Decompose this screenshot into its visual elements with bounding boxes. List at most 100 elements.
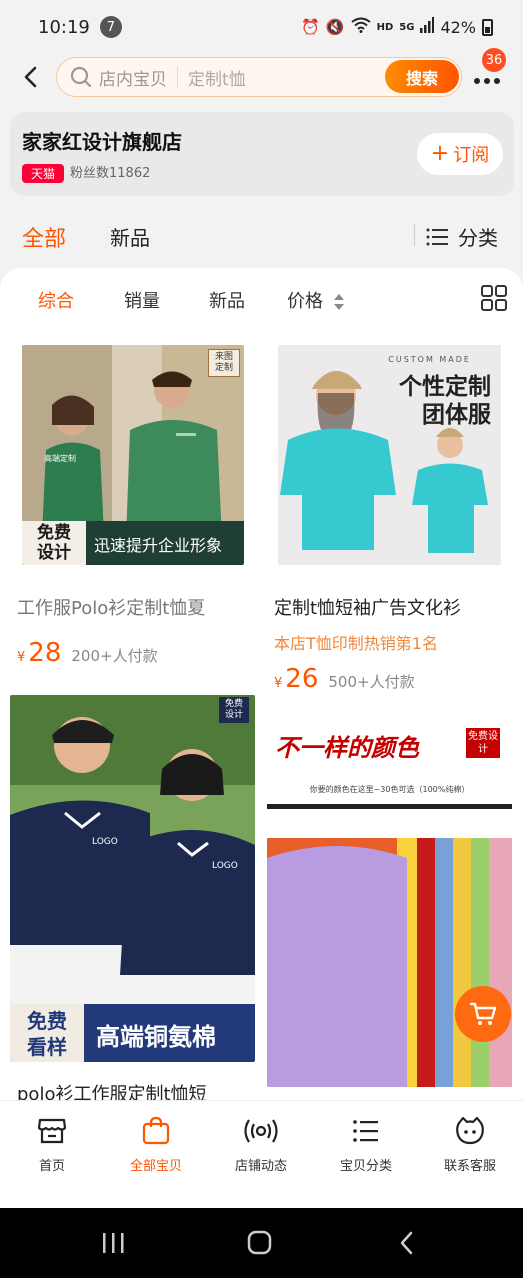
search-scope-label: 店内宝贝 bbox=[99, 69, 167, 90]
search-icon bbox=[70, 66, 92, 88]
battery-percent: 42% bbox=[440, 17, 476, 37]
category-label: 分类 bbox=[458, 226, 498, 250]
product-title-2[interactable]: 定制t恤短袖广告文化衫 bbox=[274, 594, 504, 620]
product-price-1: 28 bbox=[28, 638, 62, 668]
status-time: 10:19 bbox=[38, 16, 90, 38]
category-button[interactable]: 分类 bbox=[426, 222, 498, 251]
back-icon bbox=[400, 1231, 413, 1255]
search-query-text: 定制t恤 bbox=[188, 69, 246, 90]
cart-button[interactable] bbox=[455, 986, 511, 1042]
banner-slogan: 高端铜氨棉 bbox=[96, 1023, 216, 1051]
product-image-1[interactable]: 来图定制 高端定制 免费设计 迅速提升企业形象 bbox=[22, 345, 244, 565]
signal-icon bbox=[420, 17, 435, 37]
image-banner: 免费设计 迅速提升企业形象 bbox=[22, 521, 244, 565]
free-design-tag: 免费设计 bbox=[219, 697, 249, 723]
nav-customer-service[interactable]: 联系客服 bbox=[418, 1115, 522, 1174]
product-list-panel: 综合 销量 新品 价格 来图定制 高端定制 免费设计 迅速提升企业形象 工作服P… bbox=[0, 268, 523, 1100]
search-input[interactable]: 店内宝贝 定制t恤 搜索 bbox=[56, 57, 462, 97]
currency-symbol: ¥ bbox=[274, 676, 283, 691]
grid-icon bbox=[481, 285, 507, 311]
tshirt-rack-photo bbox=[267, 804, 512, 1087]
5g-label: 5G bbox=[399, 21, 415, 33]
nav-all-products[interactable]: 全部宝贝 bbox=[104, 1115, 208, 1174]
sort-price-label: 价格 bbox=[287, 291, 323, 312]
sort-price[interactable]: 价格 bbox=[287, 287, 345, 313]
sort-arrows-icon bbox=[333, 294, 344, 310]
shop-name[interactable]: 家家红设计旗舰店 bbox=[22, 126, 182, 155]
nav-label: 首页 bbox=[38, 1159, 65, 1174]
price-line-2: ¥ 26 500+人付款 bbox=[274, 664, 415, 694]
status-icons: ⏰ 🔇 HD 5G 42% bbox=[301, 17, 493, 37]
chat-face-icon bbox=[456, 1116, 484, 1145]
free-design-tag: 免费设计 bbox=[22, 521, 86, 565]
custom-tag: 来图定制 bbox=[208, 349, 240, 377]
search-button[interactable]: 搜索 bbox=[385, 60, 459, 93]
nav-label: 宝贝分类 bbox=[339, 1159, 392, 1174]
hd-label: HD bbox=[376, 21, 394, 33]
back-arrow-icon bbox=[24, 66, 37, 88]
subscribe-label: 订阅 bbox=[453, 145, 490, 166]
tab-divider bbox=[414, 224, 415, 246]
battery-icon bbox=[482, 18, 493, 36]
sort-new[interactable]: 新品 bbox=[209, 287, 245, 313]
headline-text-2: 团体服 bbox=[422, 402, 491, 428]
plus-icon: + bbox=[430, 141, 450, 166]
custom-made-caption: CUSTOM MADE bbox=[388, 355, 471, 364]
back-button[interactable] bbox=[18, 62, 46, 92]
product-promo-2: 本店T恤印制热销第1名 bbox=[274, 634, 438, 653]
nav-shop-updates[interactable]: 店铺动态 bbox=[209, 1115, 313, 1174]
broadcast-icon bbox=[244, 1119, 278, 1143]
subscribe-button[interactable]: + 订阅 bbox=[417, 133, 503, 175]
free-sample-tag: 免费看样 bbox=[10, 1004, 84, 1062]
image-banner: 免费看样 高端铜氨棉 bbox=[10, 1004, 255, 1062]
tmall-badge: 天猫 bbox=[22, 164, 64, 183]
product-sales-2: 500+人付款 bbox=[328, 673, 415, 691]
system-nav-icons bbox=[103, 1230, 413, 1255]
product-price-2: 26 bbox=[285, 664, 319, 694]
bottom-nav: 首页 全部宝贝 店铺动态 宝贝分类 联系客服 bbox=[0, 1100, 523, 1208]
fans-count: 粉丝数11862 bbox=[70, 166, 151, 181]
nav-label: 全部宝贝 bbox=[129, 1159, 182, 1174]
search-divider bbox=[177, 66, 178, 88]
color-headline: 不一样的颜色 bbox=[275, 734, 419, 762]
sort-comprehensive[interactable]: 综合 bbox=[38, 287, 74, 313]
free-design-tag: 免费设计 bbox=[466, 728, 500, 758]
status-bar: 10:19 7 ⏰ 🔇 HD 5G 42% bbox=[0, 0, 523, 54]
nav-categories[interactable]: 宝贝分类 bbox=[314, 1115, 418, 1174]
alarm-icon: ⏰ bbox=[301, 18, 320, 36]
logo-print-2: LOGO bbox=[212, 861, 238, 871]
product-image-3[interactable]: LOGO LOGO 免费设计 免费看样 高端铜氨棉 bbox=[10, 695, 255, 1062]
color-subtext: 你要的颜色在这里~30色可选（100%纯棉） bbox=[309, 785, 470, 794]
cart-icon bbox=[469, 1002, 497, 1025]
system-nav-bar bbox=[0, 1208, 523, 1278]
tab-new[interactable]: 新品 bbox=[110, 222, 150, 251]
search-row: 店内宝贝 定制t恤 搜索 bbox=[0, 54, 523, 100]
logo-print: LOGO bbox=[92, 837, 118, 847]
message-count-badge: 36 bbox=[482, 48, 506, 72]
store-icon bbox=[37, 1118, 67, 1144]
tab-all[interactable]: 全部 bbox=[22, 221, 66, 253]
nav-label: 联系客服 bbox=[443, 1159, 496, 1174]
grid-view-toggle[interactable] bbox=[480, 284, 508, 312]
home-icon bbox=[247, 1230, 272, 1255]
shop-tabs: 全部 新品 分类 bbox=[0, 210, 523, 262]
shop-header-card: 家家红设计旗舰店 天猫 粉丝数11862 + 订阅 bbox=[10, 112, 514, 196]
nav-label: 店铺动态 bbox=[234, 1159, 287, 1174]
product-sales-1: 200+人付款 bbox=[71, 647, 158, 665]
list-icon bbox=[353, 1120, 378, 1142]
currency-symbol: ¥ bbox=[17, 650, 26, 665]
mute-icon: 🔇 bbox=[325, 18, 345, 36]
notification-count: 7 bbox=[99, 16, 122, 38]
sort-sales[interactable]: 销量 bbox=[124, 287, 160, 313]
banner-slogan: 迅速提升企业形象 bbox=[94, 536, 223, 555]
sort-bar: 综合 销量 新品 价格 bbox=[0, 268, 523, 328]
price-line-1: ¥ 28 200+人付款 bbox=[17, 638, 158, 668]
list-icon bbox=[426, 228, 448, 245]
product-title-1[interactable]: 工作服Polo衫定制t恤夏 bbox=[17, 594, 247, 620]
product-title-3[interactable]: polo衫工作服定制t恤短 bbox=[17, 1080, 247, 1100]
nav-home[interactable]: 首页 bbox=[0, 1115, 104, 1174]
product-image-2[interactable]: CUSTOM MADE 个性定制 团体服 bbox=[278, 345, 501, 565]
wifi-icon bbox=[350, 17, 371, 37]
recents-icon bbox=[103, 1233, 124, 1253]
logo-print: 高端定制 bbox=[44, 454, 76, 463]
